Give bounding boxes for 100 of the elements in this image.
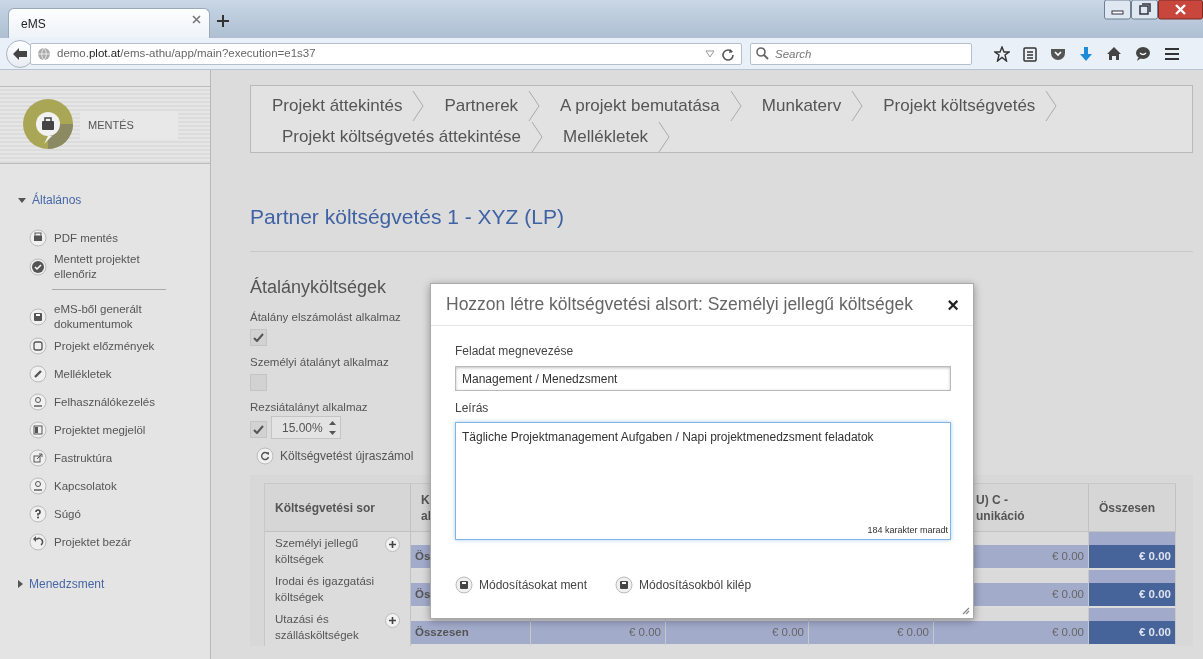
menu-icon[interactable] <box>1164 46 1180 61</box>
page-title: Partner költségvetés 1 - XYZ (LP) <box>250 204 565 230</box>
sidebar-link[interactable]: Projektet bezár <box>54 534 132 550</box>
chevron-icon <box>851 90 864 121</box>
table-cell: € 0.00 <box>934 621 1089 647</box>
restore-button[interactable] <box>1131 0 1158 20</box>
spinner-arrows-icon[interactable] <box>329 418 336 437</box>
table-cell: € 0.00 <box>809 621 934 647</box>
breadcrumb-step[interactable]: Projekt költségvetés <box>863 92 1046 119</box>
table-cell: Összesen <box>411 621 531 647</box>
save-label[interactable]: MENTÉS <box>80 110 178 140</box>
sidebar-link[interactable]: eMS-ből generált dokumentumok <box>54 302 166 332</box>
dialog-title: Hozzon létre költségvetési alsort: Személyi jellegű költségek <box>446 293 913 317</box>
close-icon[interactable] <box>192 15 201 24</box>
user-icon[interactable] <box>29 393 47 411</box>
external-link-icon[interactable] <box>29 449 47 467</box>
disk-icon <box>615 576 634 594</box>
sidebar-section[interactable]: Menedzsment <box>0 574 111 594</box>
plus-icon[interactable] <box>385 537 400 553</box>
table-cell: € 0.00 <box>666 621 809 647</box>
undo-icon[interactable] <box>29 533 47 551</box>
sidebar-link[interactable]: Fastruktúra <box>54 450 113 466</box>
sidebar-link[interactable]: Projektet megjelöl <box>54 422 146 438</box>
breadcrumb-step[interactable]: A projekt bemutatása <box>540 92 730 119</box>
chevron-icon <box>531 121 544 152</box>
chevron-icon <box>528 90 541 121</box>
sidebar-link[interactable]: Mellékletek <box>54 366 112 382</box>
section-title: Átalányköltségek <box>250 275 388 299</box>
refresh-icon <box>256 447 274 466</box>
star-icon[interactable] <box>994 45 1010 62</box>
flag-icon[interactable] <box>29 421 47 439</box>
option-label: Átalány elszámolást alkalmaz <box>250 309 401 325</box>
breadcrumb-step[interactable]: Mellékletek <box>543 123 659 150</box>
table-cell: € 0.00 <box>1089 583 1176 609</box>
close-button[interactable] <box>1158 0 1203 20</box>
dialog-button[interactable]: Módosításokból kilép <box>615 576 752 594</box>
user-icon[interactable] <box>29 477 47 495</box>
number-field[interactable]: 15.00% <box>271 416 341 440</box>
download-icon[interactable] <box>1079 45 1093 62</box>
help-icon[interactable] <box>29 505 47 523</box>
table-cell: € 0.00 <box>1089 545 1176 571</box>
sidebar-link[interactable]: Felhasználókezelés <box>54 394 155 410</box>
breadcrumb-step[interactable]: Projekt költségvetés áttekintése <box>251 123 532 150</box>
link-icon[interactable] <box>29 365 47 383</box>
pocket-icon[interactable] <box>1050 46 1066 61</box>
minimize-button[interactable] <box>1104 0 1131 20</box>
disk-icon <box>455 576 473 594</box>
resize-grip-icon[interactable] <box>962 607 970 615</box>
option-label: Személyi átalányt alkalmaz <box>250 354 389 370</box>
field-label: Feladat megnevezése <box>455 343 575 360</box>
option-label: Rezsiátalányt alkalmaz <box>250 400 368 415</box>
back-arrow-icon <box>12 46 28 61</box>
column-header: Költségvetési sor <box>265 484 411 533</box>
breadcrumb-step[interactable]: Partnerek <box>424 92 529 119</box>
search-field[interactable]: Search <box>750 42 972 65</box>
new-tab-icon[interactable] <box>216 14 230 28</box>
chevron-icon <box>658 121 671 152</box>
check-icon <box>253 332 264 342</box>
row-label: Utazási és szállásköltségek <box>275 612 360 644</box>
plus-icon[interactable] <box>385 613 400 629</box>
printer-icon[interactable] <box>29 229 47 247</box>
sidebar-link[interactable]: Projekt előzmények <box>54 338 155 354</box>
chevron-icon <box>729 90 742 121</box>
table-cell: € 0.00 <box>531 621 666 647</box>
row-label: Irodai és igazgatási költségek <box>275 574 375 606</box>
globe-icon <box>37 46 51 61</box>
sidebar-link[interactable]: Mentett projektet ellenőriz <box>54 252 166 282</box>
checkbox[interactable] <box>250 420 267 438</box>
checkbox[interactable] <box>250 328 267 346</box>
reload-icon[interactable] <box>721 46 735 61</box>
search-icon <box>756 46 769 60</box>
browser-tab[interactable]: eMS <box>8 8 210 38</box>
sidebar-link[interactable]: Kapcsolatok <box>54 478 117 494</box>
close-button[interactable]: × <box>947 294 959 315</box>
check-icon[interactable] <box>29 258 47 276</box>
sidebar-link[interactable]: Súgó <box>54 506 81 522</box>
disk-icon[interactable] <box>29 308 47 326</box>
list-icon[interactable] <box>1023 45 1037 62</box>
breadcrumb-step[interactable]: Munkaterv <box>741 92 852 119</box>
chevron-icon <box>1045 90 1058 121</box>
url-text: demo.plot.at/ems-athu/app/main?execution=e1s37 <box>57 45 317 61</box>
column-header: Összesen <box>1089 484 1176 533</box>
breadcrumb-step[interactable]: Projekt áttekintés <box>251 92 413 119</box>
caret-right-icon <box>18 580 23 588</box>
sidebar-section[interactable]: Általános <box>0 190 88 210</box>
home-icon[interactable] <box>1106 46 1122 61</box>
sidebar-link[interactable]: PDF mentés <box>54 230 118 246</box>
input-field[interactable]: Management / Menedzsment <box>455 366 951 391</box>
save-icon[interactable] <box>22 98 74 152</box>
chevron-icon <box>412 90 425 121</box>
history-icon[interactable] <box>29 337 47 355</box>
recalculate-button[interactable]: Költségvetést újraszámol <box>256 447 414 466</box>
check-icon <box>253 424 264 434</box>
field-label: Leírás <box>455 400 490 417</box>
row-label: Személyi jellegű költségek <box>275 536 360 568</box>
address-bar[interactable]: demo.plot.at/ems-athu/app/main?execution=e1s37 <box>30 42 742 65</box>
caret-down-icon <box>18 197 26 203</box>
chat-icon[interactable] <box>1135 46 1151 61</box>
checkbox[interactable] <box>250 374 267 391</box>
table-cell: € 0.00 <box>1089 621 1176 647</box>
